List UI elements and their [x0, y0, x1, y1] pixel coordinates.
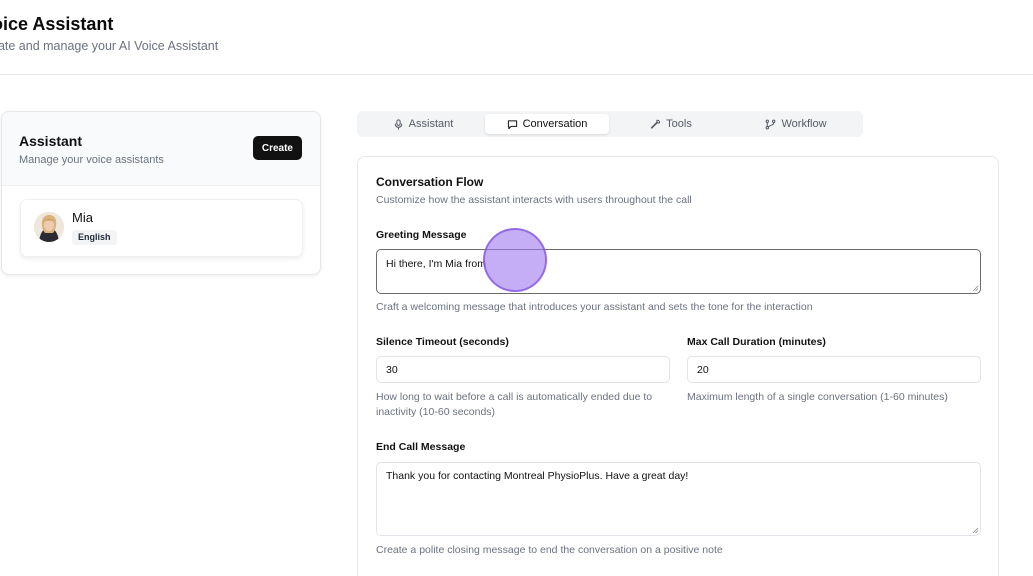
tab-label: Conversation [522, 118, 588, 130]
assistant-name: Mia [72, 210, 93, 225]
section-title: Conversation Flow [376, 175, 484, 189]
resize-handle-icon[interactable] [972, 527, 979, 534]
assistants-panel-title: Assistant [19, 133, 83, 149]
language-badge: English [72, 230, 117, 245]
wrench-icon [650, 119, 661, 129]
end-call-label: End Call Message [376, 441, 466, 453]
avatar [34, 212, 64, 242]
section-subtitle: Customize how the assistant interacts wi… [376, 194, 692, 206]
tab-conversation[interactable]: Conversation [485, 114, 609, 134]
workflow-icon [766, 119, 776, 129]
silence-timeout-help-text: How long to wait before a call is automa… [376, 391, 653, 418]
greeting-message-input[interactable]: Hi there, I'm Mia from [376, 249, 981, 294]
greeting-help-text: Craft a welcoming message that introduce… [376, 301, 813, 313]
tab-label: Tools [666, 118, 692, 130]
assistants-panel-header: Assistant Manage your voice assistants C… [2, 112, 320, 186]
max-duration-help-text: Maximum length of a single conversation … [687, 391, 948, 403]
chat-bubble-icon [507, 119, 517, 129]
silence-timeout-input[interactable] [376, 356, 670, 383]
max-duration-input[interactable] [687, 356, 981, 383]
page-subtitle: eate and manage your AI Voice Assistant [0, 39, 219, 53]
conversation-flow-card: Conversation Flow Customize how the assi… [357, 156, 999, 576]
create-assistant-button[interactable]: Create [252, 136, 302, 160]
cursor-highlight [483, 228, 547, 292]
assistants-panel: Assistant Manage your voice assistants C… [1, 111, 321, 275]
page-header: oice Assistant eate and manage your AI V… [0, 0, 1033, 75]
settings-tabs: Assistant Conversation Tools Workflow [357, 111, 863, 137]
tab-label: Assistant [408, 118, 454, 130]
tab-tools[interactable]: Tools [609, 114, 733, 134]
microphone-icon [394, 118, 402, 130]
tab-label: Workflow [781, 118, 827, 130]
tab-workflow[interactable]: Workflow [733, 114, 859, 134]
end-call-message-input[interactable]: Thank you for contacting Montreal Physio… [376, 462, 981, 536]
assistant-list-item[interactable]: Mia English [20, 199, 303, 257]
max-duration-label: Max Call Duration (minutes) [687, 336, 826, 348]
page-title: oice Assistant [0, 14, 114, 34]
tab-assistant[interactable]: Assistant [361, 114, 485, 134]
resize-handle-icon[interactable] [972, 285, 979, 292]
silence-timeout-label: Silence Timeout (seconds) [376, 336, 509, 348]
end-call-help-text: Create a polite closing message to end t… [376, 544, 723, 556]
assistants-panel-subtitle: Manage your voice assistants [19, 154, 164, 166]
greeting-label: Greeting Message [376, 229, 467, 241]
